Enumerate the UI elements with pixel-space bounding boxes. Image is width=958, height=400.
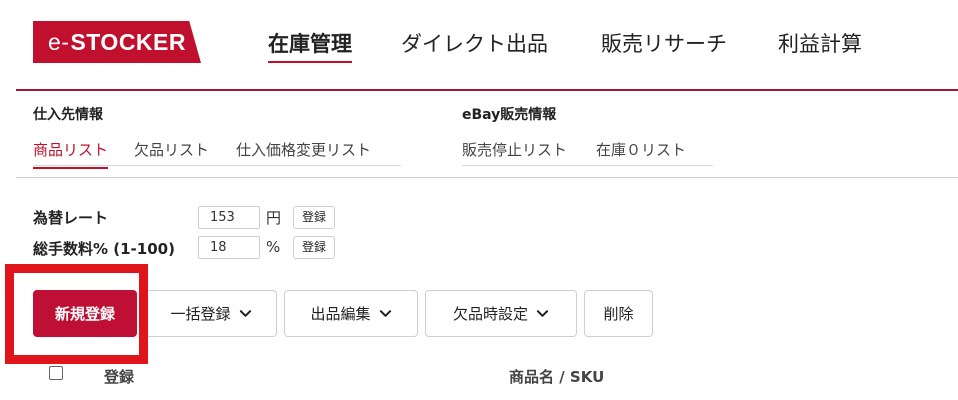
exchange-rate-register-button[interactable]: 登録: [293, 206, 335, 229]
fee-label: 総手数料% (1-100): [33, 240, 175, 258]
section-divider: [16, 177, 958, 178]
delete-button[interactable]: 削除: [584, 290, 653, 337]
new-register-button[interactable]: 新規登録: [33, 290, 137, 337]
supplier-section-title: 仕入先情報: [33, 107, 103, 123]
exchange-rate-input[interactable]: [198, 206, 260, 229]
exchange-rate-label: 為替レート: [33, 209, 109, 227]
listing-edit-button[interactable]: 出品編集: [284, 290, 418, 337]
bulk-register-label: 一括登録: [170, 305, 231, 323]
tab-sales-stop-list[interactable]: 販売停止リスト: [462, 139, 567, 160]
supplier-tabs-underline: [33, 165, 401, 166]
nav-direct-listing[interactable]: ダイレクト出品: [401, 28, 548, 58]
logo-prefix: e-: [48, 28, 70, 55]
ebay-section-title: eBay販売情報: [462, 107, 557, 123]
logo[interactable]: e- STOCKER: [33, 21, 201, 63]
fee-register-button[interactable]: 登録: [293, 236, 335, 259]
delete-label: 削除: [603, 305, 634, 323]
column-header-register: 登録: [104, 368, 135, 386]
tab-product-list[interactable]: 商品リスト: [33, 139, 109, 169]
fee-unit: %: [266, 238, 281, 256]
ebay-tabs-underline: [462, 165, 713, 166]
exchange-rate-unit: 円: [266, 209, 282, 227]
fee-input[interactable]: [198, 236, 260, 259]
oos-settings-button[interactable]: 欠品時設定: [425, 290, 577, 337]
nav-inventory[interactable]: 在庫管理: [268, 28, 352, 63]
logo-text: STOCKER: [70, 28, 186, 55]
nav-sales-research[interactable]: 販売リサーチ: [601, 28, 727, 58]
oos-settings-label: 欠品時設定: [452, 305, 528, 323]
tab-out-of-stock-list[interactable]: 欠品リスト: [134, 139, 209, 160]
chevron-down-icon: [536, 310, 549, 317]
tab-zero-stock-list[interactable]: 在庫０リスト: [596, 139, 686, 160]
chevron-down-icon: [239, 310, 251, 317]
tab-price-change-list[interactable]: 仕入価格変更リスト: [236, 139, 371, 160]
select-all-checkbox[interactable]: [49, 366, 63, 380]
column-header-product-name: 商品名 / SKU: [509, 368, 605, 386]
new-register-label: 新規登録: [54, 305, 115, 323]
header-divider: [16, 89, 958, 91]
nav-profit-calc[interactable]: 利益計算: [778, 28, 862, 58]
listing-edit-label: 出品編集: [310, 305, 371, 323]
chevron-down-icon: [379, 310, 391, 317]
bulk-register-button[interactable]: 一括登録: [145, 290, 277, 337]
